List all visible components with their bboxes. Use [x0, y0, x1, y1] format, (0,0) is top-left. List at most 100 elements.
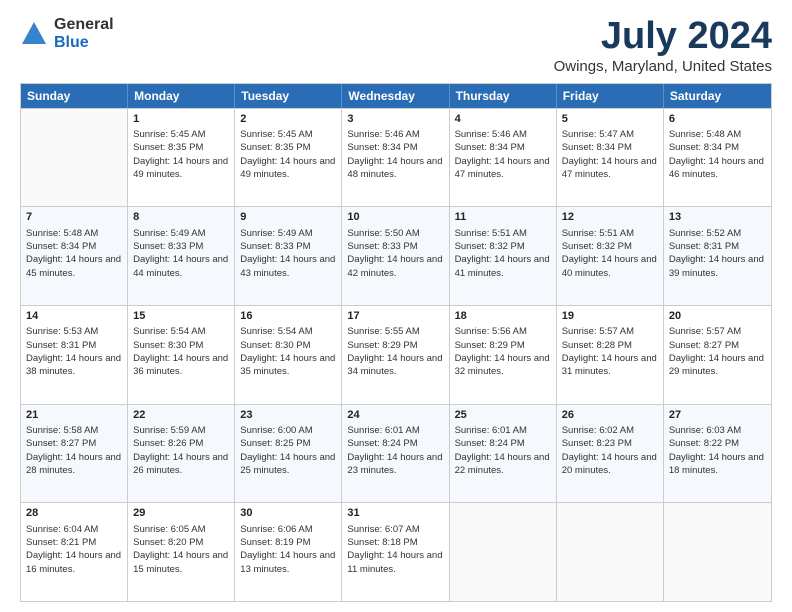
main-title: July 2024: [554, 16, 772, 58]
sunrise-text: Sunrise: 5:56 AM: [455, 326, 527, 337]
empty-cell: [557, 503, 664, 601]
daylight-text: Daylight: 14 hours and 11 minutes.: [347, 550, 442, 574]
sunset-text: Sunset: 8:33 PM: [133, 241, 203, 252]
sunrise-text: Sunrise: 5:45 AM: [133, 129, 205, 140]
daylight-text: Daylight: 14 hours and 49 minutes.: [133, 156, 228, 180]
day-cell-29: 29Sunrise: 6:05 AMSunset: 8:20 PMDayligh…: [128, 503, 235, 601]
day-number: 16: [240, 309, 336, 324]
sunset-text: Sunset: 8:22 PM: [669, 438, 739, 449]
logo-general: General: [54, 16, 114, 34]
day-cell-3: 3Sunrise: 5:46 AMSunset: 8:34 PMDaylight…: [342, 109, 449, 207]
sunset-text: Sunset: 8:33 PM: [347, 241, 417, 252]
sunrise-text: Sunrise: 6:03 AM: [669, 425, 741, 436]
daylight-text: Daylight: 14 hours and 20 minutes.: [562, 452, 657, 476]
calendar: SundayMondayTuesdayWednesdayThursdayFrid…: [20, 83, 772, 602]
day-number: 4: [455, 112, 551, 127]
sunset-text: Sunset: 8:20 PM: [133, 537, 203, 548]
sunrise-text: Sunrise: 6:00 AM: [240, 425, 312, 436]
daylight-text: Daylight: 14 hours and 43 minutes.: [240, 254, 335, 278]
sunset-text: Sunset: 8:31 PM: [26, 340, 96, 351]
day-number: 30: [240, 506, 336, 521]
logo: General Blue: [20, 16, 114, 51]
day-cell-2: 2Sunrise: 5:45 AMSunset: 8:35 PMDaylight…: [235, 109, 342, 207]
empty-cell: [664, 503, 771, 601]
daylight-text: Daylight: 14 hours and 47 minutes.: [455, 156, 550, 180]
day-number: 15: [133, 309, 229, 324]
daylight-text: Daylight: 14 hours and 31 minutes.: [562, 353, 657, 377]
day-number: 28: [26, 506, 122, 521]
header-day-wednesday: Wednesday: [342, 84, 449, 108]
sunset-text: Sunset: 8:25 PM: [240, 438, 310, 449]
day-cell-17: 17Sunrise: 5:55 AMSunset: 8:29 PMDayligh…: [342, 306, 449, 404]
sunset-text: Sunset: 8:34 PM: [669, 142, 739, 153]
sunset-text: Sunset: 8:29 PM: [347, 340, 417, 351]
sunrise-text: Sunrise: 6:01 AM: [455, 425, 527, 436]
week-row-1: 7Sunrise: 5:48 AMSunset: 8:34 PMDaylight…: [21, 206, 771, 305]
day-number: 11: [455, 210, 551, 225]
daylight-text: Daylight: 14 hours and 38 minutes.: [26, 353, 121, 377]
header-day-saturday: Saturday: [664, 84, 771, 108]
daylight-text: Daylight: 14 hours and 41 minutes.: [455, 254, 550, 278]
sunset-text: Sunset: 8:27 PM: [26, 438, 96, 449]
day-number: 2: [240, 112, 336, 127]
title-block: July 2024 Owings, Maryland, United State…: [554, 16, 772, 75]
sunrise-text: Sunrise: 5:59 AM: [133, 425, 205, 436]
sunset-text: Sunset: 8:34 PM: [562, 142, 632, 153]
day-number: 10: [347, 210, 443, 225]
week-row-4: 28Sunrise: 6:04 AMSunset: 8:21 PMDayligh…: [21, 502, 771, 601]
calendar-body: 1Sunrise: 5:45 AMSunset: 8:35 PMDaylight…: [21, 108, 771, 601]
day-number: 3: [347, 112, 443, 127]
day-cell-11: 11Sunrise: 5:51 AMSunset: 8:32 PMDayligh…: [450, 207, 557, 305]
sunrise-text: Sunrise: 6:01 AM: [347, 425, 419, 436]
sunset-text: Sunset: 8:32 PM: [562, 241, 632, 252]
daylight-text: Daylight: 14 hours and 42 minutes.: [347, 254, 442, 278]
sunset-text: Sunset: 8:23 PM: [562, 438, 632, 449]
daylight-text: Daylight: 14 hours and 48 minutes.: [347, 156, 442, 180]
day-number: 24: [347, 408, 443, 423]
daylight-text: Daylight: 14 hours and 39 minutes.: [669, 254, 764, 278]
day-number: 14: [26, 309, 122, 324]
sunrise-text: Sunrise: 5:55 AM: [347, 326, 419, 337]
sunset-text: Sunset: 8:32 PM: [455, 241, 525, 252]
sunset-text: Sunset: 8:31 PM: [669, 241, 739, 252]
day-number: 6: [669, 112, 766, 127]
daylight-text: Daylight: 14 hours and 25 minutes.: [240, 452, 335, 476]
sunset-text: Sunset: 8:19 PM: [240, 537, 310, 548]
sunrise-text: Sunrise: 5:58 AM: [26, 425, 98, 436]
empty-cell: [21, 109, 128, 207]
daylight-text: Daylight: 14 hours and 29 minutes.: [669, 353, 764, 377]
day-cell-16: 16Sunrise: 5:54 AMSunset: 8:30 PMDayligh…: [235, 306, 342, 404]
sunset-text: Sunset: 8:30 PM: [133, 340, 203, 351]
header-day-monday: Monday: [128, 84, 235, 108]
week-row-0: 1Sunrise: 5:45 AMSunset: 8:35 PMDaylight…: [21, 108, 771, 207]
daylight-text: Daylight: 14 hours and 36 minutes.: [133, 353, 228, 377]
sunrise-text: Sunrise: 6:05 AM: [133, 524, 205, 535]
day-cell-4: 4Sunrise: 5:46 AMSunset: 8:34 PMDaylight…: [450, 109, 557, 207]
sunset-text: Sunset: 8:26 PM: [133, 438, 203, 449]
day-cell-9: 9Sunrise: 5:49 AMSunset: 8:33 PMDaylight…: [235, 207, 342, 305]
daylight-text: Daylight: 14 hours and 13 minutes.: [240, 550, 335, 574]
day-cell-25: 25Sunrise: 6:01 AMSunset: 8:24 PMDayligh…: [450, 405, 557, 503]
day-cell-5: 5Sunrise: 5:47 AMSunset: 8:34 PMDaylight…: [557, 109, 664, 207]
daylight-text: Daylight: 14 hours and 46 minutes.: [669, 156, 764, 180]
day-number: 27: [669, 408, 766, 423]
daylight-text: Daylight: 14 hours and 45 minutes.: [26, 254, 121, 278]
day-cell-31: 31Sunrise: 6:07 AMSunset: 8:18 PMDayligh…: [342, 503, 449, 601]
day-cell-14: 14Sunrise: 5:53 AMSunset: 8:31 PMDayligh…: [21, 306, 128, 404]
sunset-text: Sunset: 8:24 PM: [455, 438, 525, 449]
sunrise-text: Sunrise: 5:57 AM: [562, 326, 634, 337]
sunset-text: Sunset: 8:34 PM: [347, 142, 417, 153]
sunrise-text: Sunrise: 5:54 AM: [133, 326, 205, 337]
sunset-text: Sunset: 8:27 PM: [669, 340, 739, 351]
day-number: 18: [455, 309, 551, 324]
day-cell-10: 10Sunrise: 5:50 AMSunset: 8:33 PMDayligh…: [342, 207, 449, 305]
day-cell-1: 1Sunrise: 5:45 AMSunset: 8:35 PMDaylight…: [128, 109, 235, 207]
logo-blue: Blue: [54, 34, 114, 52]
sunset-text: Sunset: 8:33 PM: [240, 241, 310, 252]
day-number: 13: [669, 210, 766, 225]
day-cell-6: 6Sunrise: 5:48 AMSunset: 8:34 PMDaylight…: [664, 109, 771, 207]
week-row-2: 14Sunrise: 5:53 AMSunset: 8:31 PMDayligh…: [21, 305, 771, 404]
sunset-text: Sunset: 8:24 PM: [347, 438, 417, 449]
daylight-text: Daylight: 14 hours and 44 minutes.: [133, 254, 228, 278]
logo-text: General Blue: [54, 16, 114, 51]
